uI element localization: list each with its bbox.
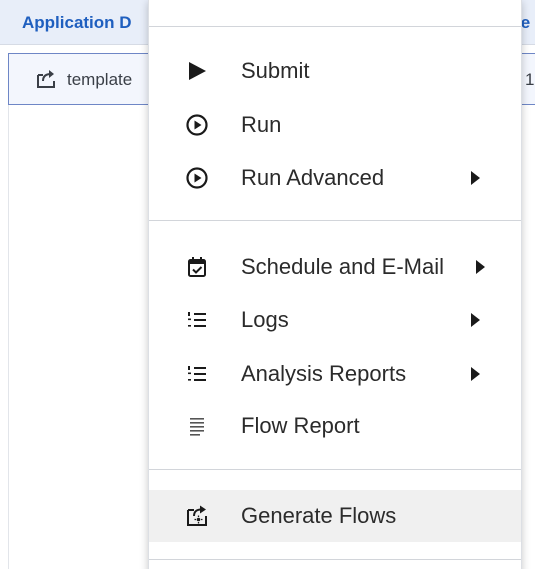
- table-left-border: [8, 105, 9, 569]
- menu-item-label: Run: [241, 112, 282, 137]
- submenu-arrow-icon: [476, 260, 485, 274]
- menu-item-label: Analysis Reports: [241, 361, 407, 386]
- menu-item-analysis-reports[interactable]: Analysis Reports: [149, 348, 521, 400]
- menu-item-run[interactable]: Run: [149, 99, 521, 151]
- application-page: Application D ie template 1 Submit Run R…: [0, 0, 535, 569]
- list-numbered-icon: [188, 366, 206, 381]
- row-name: template: [67, 70, 133, 89]
- menu-divider: [149, 220, 521, 221]
- export-icon: [37, 70, 55, 88]
- menu-item-label: Generate Flows: [241, 503, 397, 528]
- menu-item-schedule-email[interactable]: Schedule and E-Mail: [149, 241, 521, 293]
- play-circle-icon: [186, 114, 208, 136]
- play-solid-icon: [189, 62, 206, 80]
- menu-item-label: Run Advanced: [241, 165, 385, 190]
- menu-top-divider: [149, 26, 521, 27]
- menu-item-generate-flows[interactable]: Generate Flows: [149, 490, 521, 542]
- menu-item-label: Logs: [241, 307, 289, 332]
- generate-flows-icon: [187, 505, 207, 526]
- submenu-arrow-icon: [471, 313, 480, 327]
- menu-item-run-advanced[interactable]: Run Advanced: [149, 152, 521, 204]
- menu-item-label: Submit: [241, 58, 310, 83]
- column-header-application[interactable]: Application D: [22, 0, 132, 44]
- submenu-arrow-icon: [471, 171, 480, 185]
- menu-item-label: Schedule and E-Mail: [241, 254, 445, 279]
- menu-divider: [149, 559, 521, 560]
- menu-item-label: Flow Report: [241, 413, 360, 438]
- menu-item-logs[interactable]: Logs: [149, 294, 521, 346]
- menu-item-flow-report[interactable]: Flow Report: [149, 400, 521, 452]
- menu-divider: [149, 469, 521, 470]
- play-circle-icon: [186, 167, 208, 189]
- context-menu: Submit Run Run Advanced Schedule and E-M…: [148, 0, 522, 569]
- menu-item-submit[interactable]: Submit: [149, 45, 521, 97]
- list-numbered-icon: [188, 312, 206, 327]
- row-partial-value: 1: [525, 70, 535, 89]
- lines-icon: [190, 418, 204, 436]
- calendar-check-icon: [188, 257, 206, 277]
- submenu-arrow-icon: [471, 367, 480, 381]
